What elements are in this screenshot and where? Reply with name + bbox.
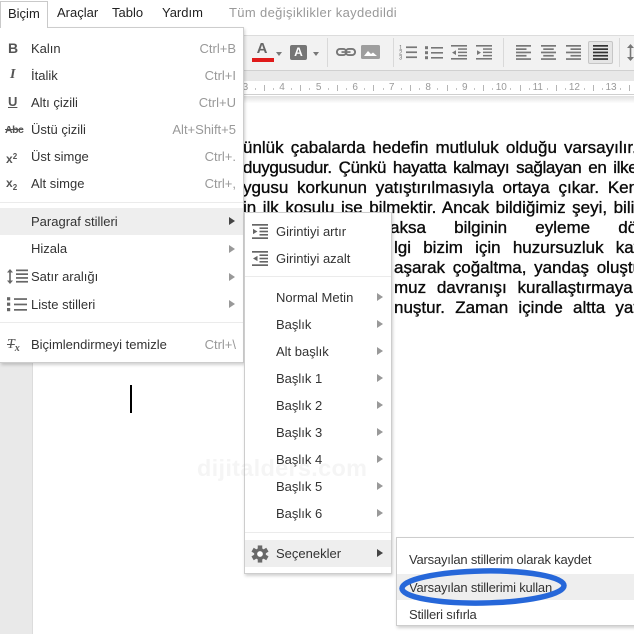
svg-text:3: 3	[399, 55, 403, 60]
